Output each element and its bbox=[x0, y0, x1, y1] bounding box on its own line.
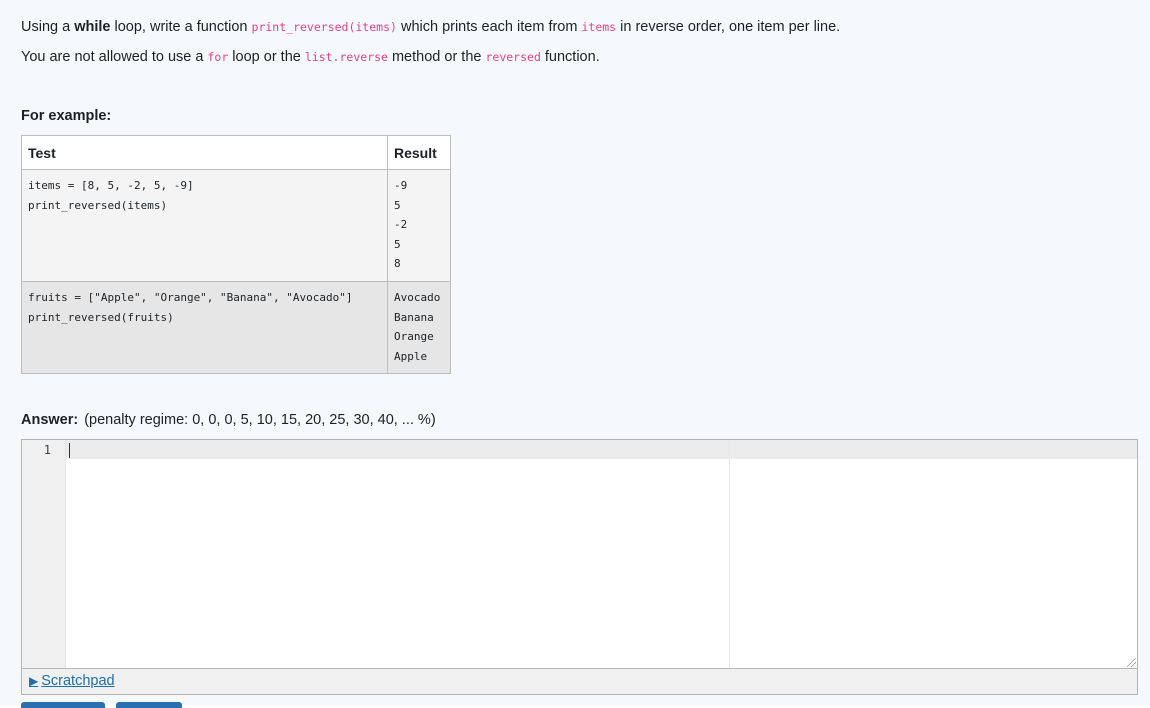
print-margin bbox=[729, 440, 730, 668]
table-row: fruits = ["Apple", "Orange", "Banana", "… bbox=[21, 281, 451, 374]
result-line: Apple bbox=[394, 349, 428, 363]
question-text: which prints each item from bbox=[396, 19, 582, 35]
question-panel: Using a while loop, write a function pri… bbox=[0, 0, 1150, 708]
code-function-signature: print_reversed(items) bbox=[251, 20, 397, 34]
code-editor[interactable]: 1 bbox=[21, 439, 1138, 669]
result-cell: Avocado Banana Orange Apple bbox=[387, 281, 451, 374]
line-number-gutter: 1 bbox=[22, 440, 66, 668]
question-text: in reverse order, one item per line. bbox=[616, 19, 841, 35]
result-cell: -9 5 -2 5 8 bbox=[387, 169, 451, 282]
question-text: loop or the bbox=[228, 49, 305, 65]
result-line: Banana bbox=[394, 310, 434, 324]
examples-heading: For example: bbox=[21, 108, 112, 124]
result-line: 8 bbox=[394, 257, 401, 270]
resize-handle-icon[interactable] bbox=[1127, 658, 1136, 667]
question-text: method or the bbox=[387, 49, 486, 65]
line-number: 1 bbox=[43, 443, 51, 457]
scratchpad-bar: ▶ Scratchpad bbox=[21, 669, 1138, 695]
triangle-right-icon: ▶ bbox=[29, 674, 39, 688]
result-line: Avocado bbox=[394, 291, 441, 304]
result-line: -2 bbox=[394, 218, 408, 231]
question-text: You are not allowed to use a bbox=[21, 49, 208, 65]
code-list-reverse: list.reverse bbox=[304, 50, 388, 64]
text-cursor bbox=[69, 443, 70, 458]
code-items: items bbox=[581, 20, 617, 34]
code-for: for bbox=[207, 50, 229, 64]
examples-table: Test Result items = [8, 5, -2, 5, -9] pri… bbox=[21, 135, 451, 374]
table-row: items = [8, 5, -2, 5, -9] print_reversed(… bbox=[21, 169, 451, 282]
answer-heading: Answer: (penalty regime: 0, 0, 0, 5, 10, … bbox=[21, 412, 436, 428]
question-text: function. bbox=[540, 49, 600, 65]
question-text-line-2: You are not allowed to use a for loop or… bbox=[21, 47, 600, 67]
question-text: loop, write a function bbox=[110, 19, 252, 35]
table-header-row: Test Result bbox=[21, 135, 451, 170]
result-line: -9 bbox=[394, 179, 408, 192]
answer-label: Answer: bbox=[21, 412, 79, 428]
result-line: 5 bbox=[394, 237, 401, 251]
test-cell: fruits = ["Apple", "Orange", "Banana", "… bbox=[21, 281, 388, 374]
test-code-line: print_reversed(fruits) bbox=[28, 310, 174, 324]
test-cell: items = [8, 5, -2, 5, -9] print_reversed(… bbox=[21, 169, 388, 282]
question-text-line-1: Using a while loop, write a function pri… bbox=[21, 17, 840, 37]
active-line-highlight bbox=[66, 440, 1137, 459]
secondary-button[interactable] bbox=[116, 702, 182, 708]
test-code-line: items = [8, 5, -2, 5, -9] bbox=[28, 179, 194, 192]
check-button[interactable] bbox=[21, 702, 105, 708]
scratchpad-label: Scratchpad bbox=[41, 673, 115, 689]
column-header-result: Result bbox=[387, 135, 451, 170]
test-code-line: print_reversed(items) bbox=[28, 198, 168, 212]
result-line: 5 bbox=[394, 198, 401, 212]
result-line: Orange bbox=[394, 330, 434, 343]
column-header-test: Test bbox=[21, 135, 388, 170]
code-reversed: reversed bbox=[485, 50, 541, 64]
scratchpad-toggle-link[interactable]: ▶ Scratchpad bbox=[29, 673, 115, 689]
question-text: Using a bbox=[21, 19, 75, 35]
keyword-while: while bbox=[74, 19, 111, 35]
test-code-line: fruits = ["Apple", "Orange", "Banana", "… bbox=[28, 291, 353, 304]
penalty-regime-text: (penalty regime: 0, 0, 0, 5, 10, 15, 20,… bbox=[84, 412, 436, 428]
